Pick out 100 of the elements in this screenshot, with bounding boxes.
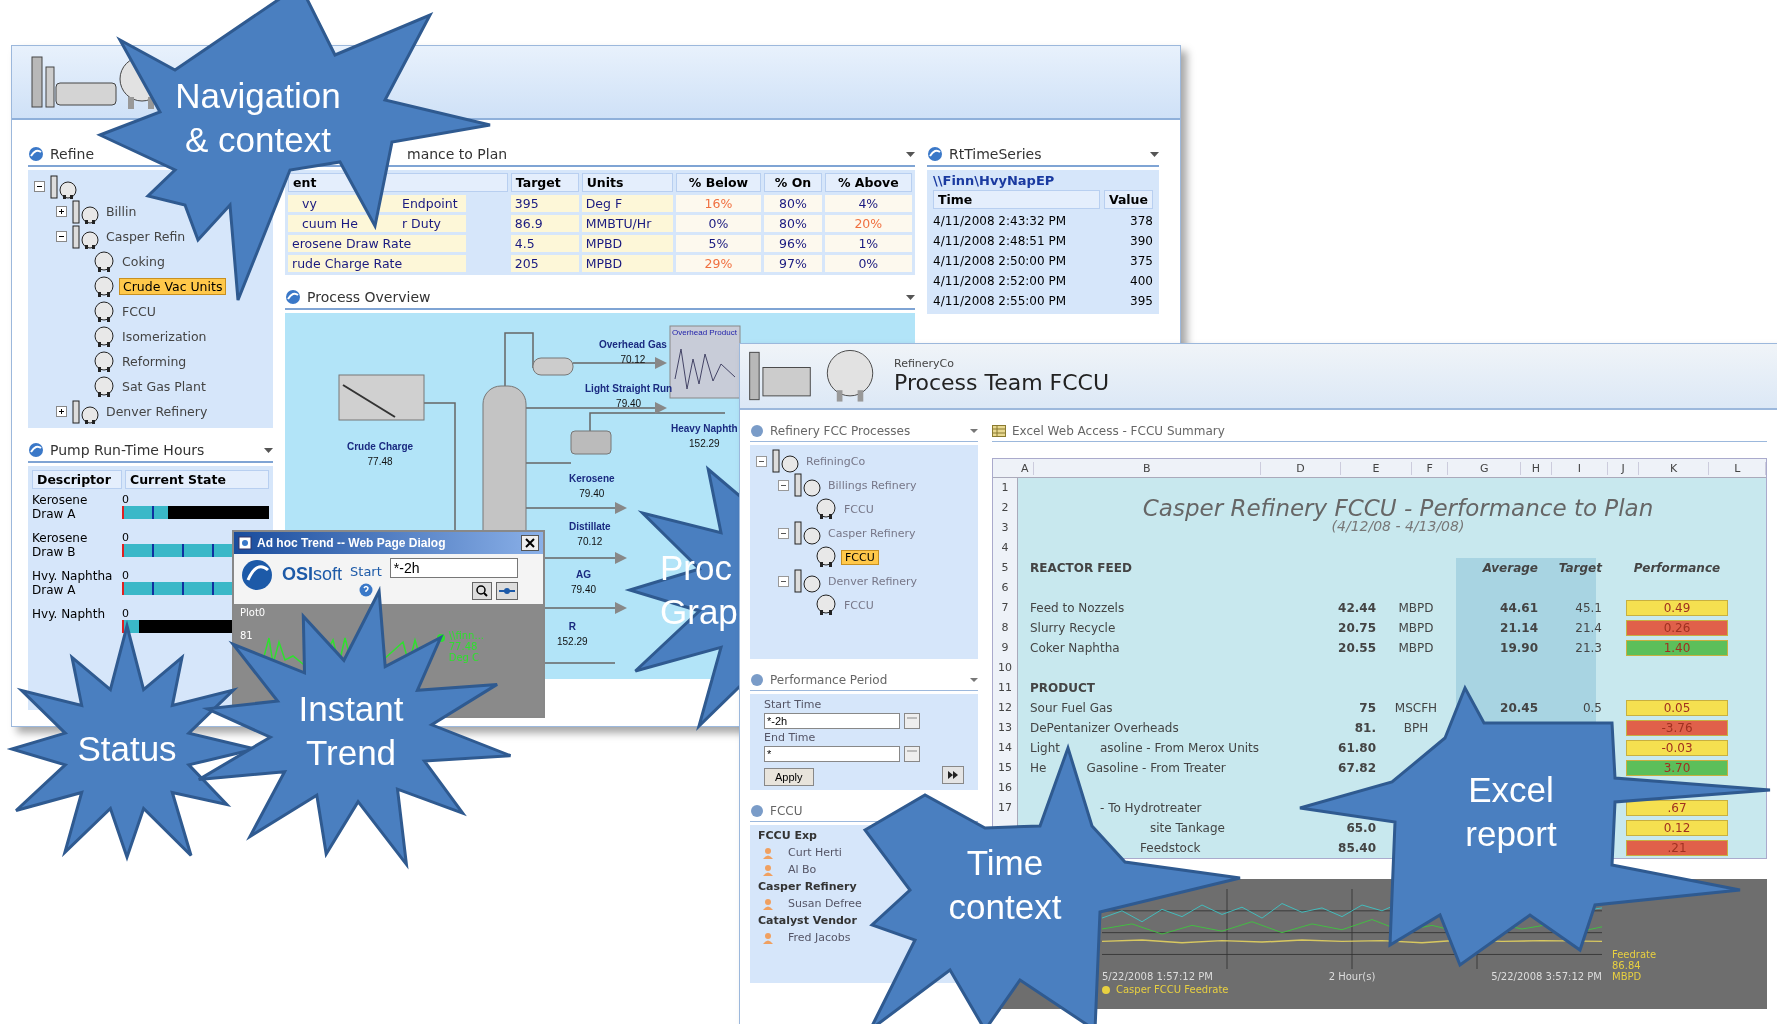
stream-value: 70.12 [620, 354, 646, 365]
start-time-field[interactable]: *-2h [764, 713, 900, 729]
tree-item[interactable]: Casper Refinery [825, 526, 919, 540]
collapse-icon[interactable] [778, 527, 789, 539]
tree-item[interactable]: RefiningCo [803, 454, 869, 468]
expand-icon[interactable] [56, 206, 67, 217]
caret-icon[interactable] [1150, 151, 1159, 157]
performance-cell: 0.26 [1626, 620, 1728, 636]
help-icon[interactable] [358, 583, 373, 597]
tree-item[interactable]: FCCU [841, 598, 877, 612]
row-label: Light [1030, 741, 1060, 755]
performance-cell: -3.76 [1626, 720, 1728, 736]
tank-icon [92, 375, 116, 398]
table-cell: MMBTU/Hr [581, 215, 673, 232]
table-cell-text: MBPD [1397, 641, 1435, 655]
column-header: L [1709, 461, 1766, 475]
tree-item[interactable]: FCCU [841, 502, 877, 516]
performance-cell: .21 [1626, 840, 1728, 856]
table-cell: erosene Draw Rate [292, 236, 412, 251]
table-cell: MPBD [581, 255, 673, 272]
column-header: G [1448, 461, 1521, 475]
tree-item[interactable]: FCCU [119, 304, 159, 319]
tree-item[interactable]: Billin [103, 204, 140, 219]
caret-icon[interactable] [906, 294, 915, 300]
performance-cell: 1.40 [1626, 640, 1728, 656]
expand-icon[interactable] [56, 406, 67, 417]
tree-item[interactable]: Isomerization [119, 329, 210, 344]
close-icon[interactable] [521, 535, 539, 551]
field-label: Start Time [764, 698, 823, 711]
apply-button[interactable]: Apply [764, 768, 814, 786]
row-number: 10 [997, 660, 1013, 676]
collapse-icon[interactable] [56, 231, 67, 242]
tree-item[interactable]: Casper Refin [103, 229, 189, 244]
person-name[interactable]: Susan Defree [788, 897, 862, 910]
tree-item[interactable]: Billings Refinery [825, 478, 920, 492]
caret-icon[interactable] [264, 447, 273, 453]
row-label: He [1030, 761, 1047, 775]
collapse-icon[interactable] [756, 455, 767, 467]
stream-value: 79.40 [571, 584, 597, 595]
start-field[interactable]: *-2h [389, 558, 518, 578]
table-cell-text: 19.90 [1499, 641, 1538, 655]
plant-icon [792, 569, 822, 593]
person-name[interactable]: Fred Jacobs [788, 931, 851, 944]
row-number: 2 [1000, 500, 1010, 516]
collapse-icon[interactable] [34, 181, 45, 192]
tree-item[interactable]: Reforming [119, 354, 190, 369]
group-name: FCCU Exp [758, 829, 818, 842]
table-cell: 20% [824, 215, 912, 232]
row-number: 7 [1000, 600, 1010, 616]
axis-tick: 81 [240, 630, 253, 641]
person-name[interactable]: Curt Herti [788, 846, 842, 859]
stream-value: 152.29 [689, 438, 720, 449]
section-title: PRODUCT [1030, 681, 1096, 695]
row-label: Slurry Recycle [1030, 621, 1116, 635]
legend-text: MBPD [1612, 971, 1643, 982]
table-cell: 4% [824, 195, 912, 212]
fast-forward-icon[interactable] [942, 766, 964, 784]
row-number: 15 [997, 760, 1013, 776]
row-number: 13 [997, 720, 1013, 736]
arrowhead [655, 357, 667, 369]
table-cell: 29% [675, 255, 762, 272]
tank-icon [92, 350, 116, 373]
logo-icon [240, 558, 274, 592]
table-cell-text: MBPD [1397, 601, 1435, 615]
row-label: asoline - From Merox Units [1099, 741, 1260, 755]
tree-item[interactable]: Denver Refinery [103, 404, 211, 419]
reading: 0 [122, 569, 129, 582]
column-header: Average [1481, 561, 1538, 575]
table-cell: r Duty [402, 216, 441, 231]
caret-icon[interactable] [970, 678, 978, 682]
table-cell: 86.9 [510, 215, 579, 232]
collapse-icon[interactable] [778, 479, 789, 491]
row-number: 1 [1000, 480, 1010, 496]
calendar-icon[interactable] [904, 713, 920, 729]
caret-icon[interactable] [970, 429, 978, 433]
tree-item[interactable]: Coking [119, 254, 168, 269]
tree-item[interactable]: Denver Refinery [825, 574, 921, 588]
tank-icon [92, 325, 116, 348]
end-time-field[interactable]: * [764, 746, 900, 762]
tree-item[interactable]: Crude Vac Units [119, 278, 227, 295]
table-cell: rude Charge Rate [292, 256, 403, 271]
column-header: Value [1103, 190, 1153, 209]
report-subtitle: (4/12/08 - 4/13/08) [1330, 518, 1466, 536]
tree-item[interactable]: Sat Gas Plant [119, 379, 209, 394]
collapse-icon[interactable] [778, 575, 789, 587]
person-name[interactable]: Al Bo [788, 863, 817, 876]
dialog-title: Ad hoc Trend -- Web Page Dialog [257, 536, 446, 550]
performance-cell: 0.05 [1626, 700, 1728, 716]
column-header: I [1551, 461, 1609, 475]
tree-item[interactable]: FCCU [841, 549, 879, 565]
column-header: F [1411, 461, 1449, 475]
pump-drawing [570, 430, 612, 455]
tag-path: \\Finn\HvyNapEP [933, 173, 1055, 188]
search-icon[interactable] [471, 582, 492, 600]
table-cell: 80% [764, 195, 822, 212]
table-cell-text: 20.45 [1499, 701, 1538, 715]
performance-cell: .67 [1626, 800, 1728, 816]
caret-icon[interactable] [906, 151, 915, 157]
row-number: 17 [997, 800, 1013, 816]
calendar-icon[interactable] [904, 746, 920, 762]
